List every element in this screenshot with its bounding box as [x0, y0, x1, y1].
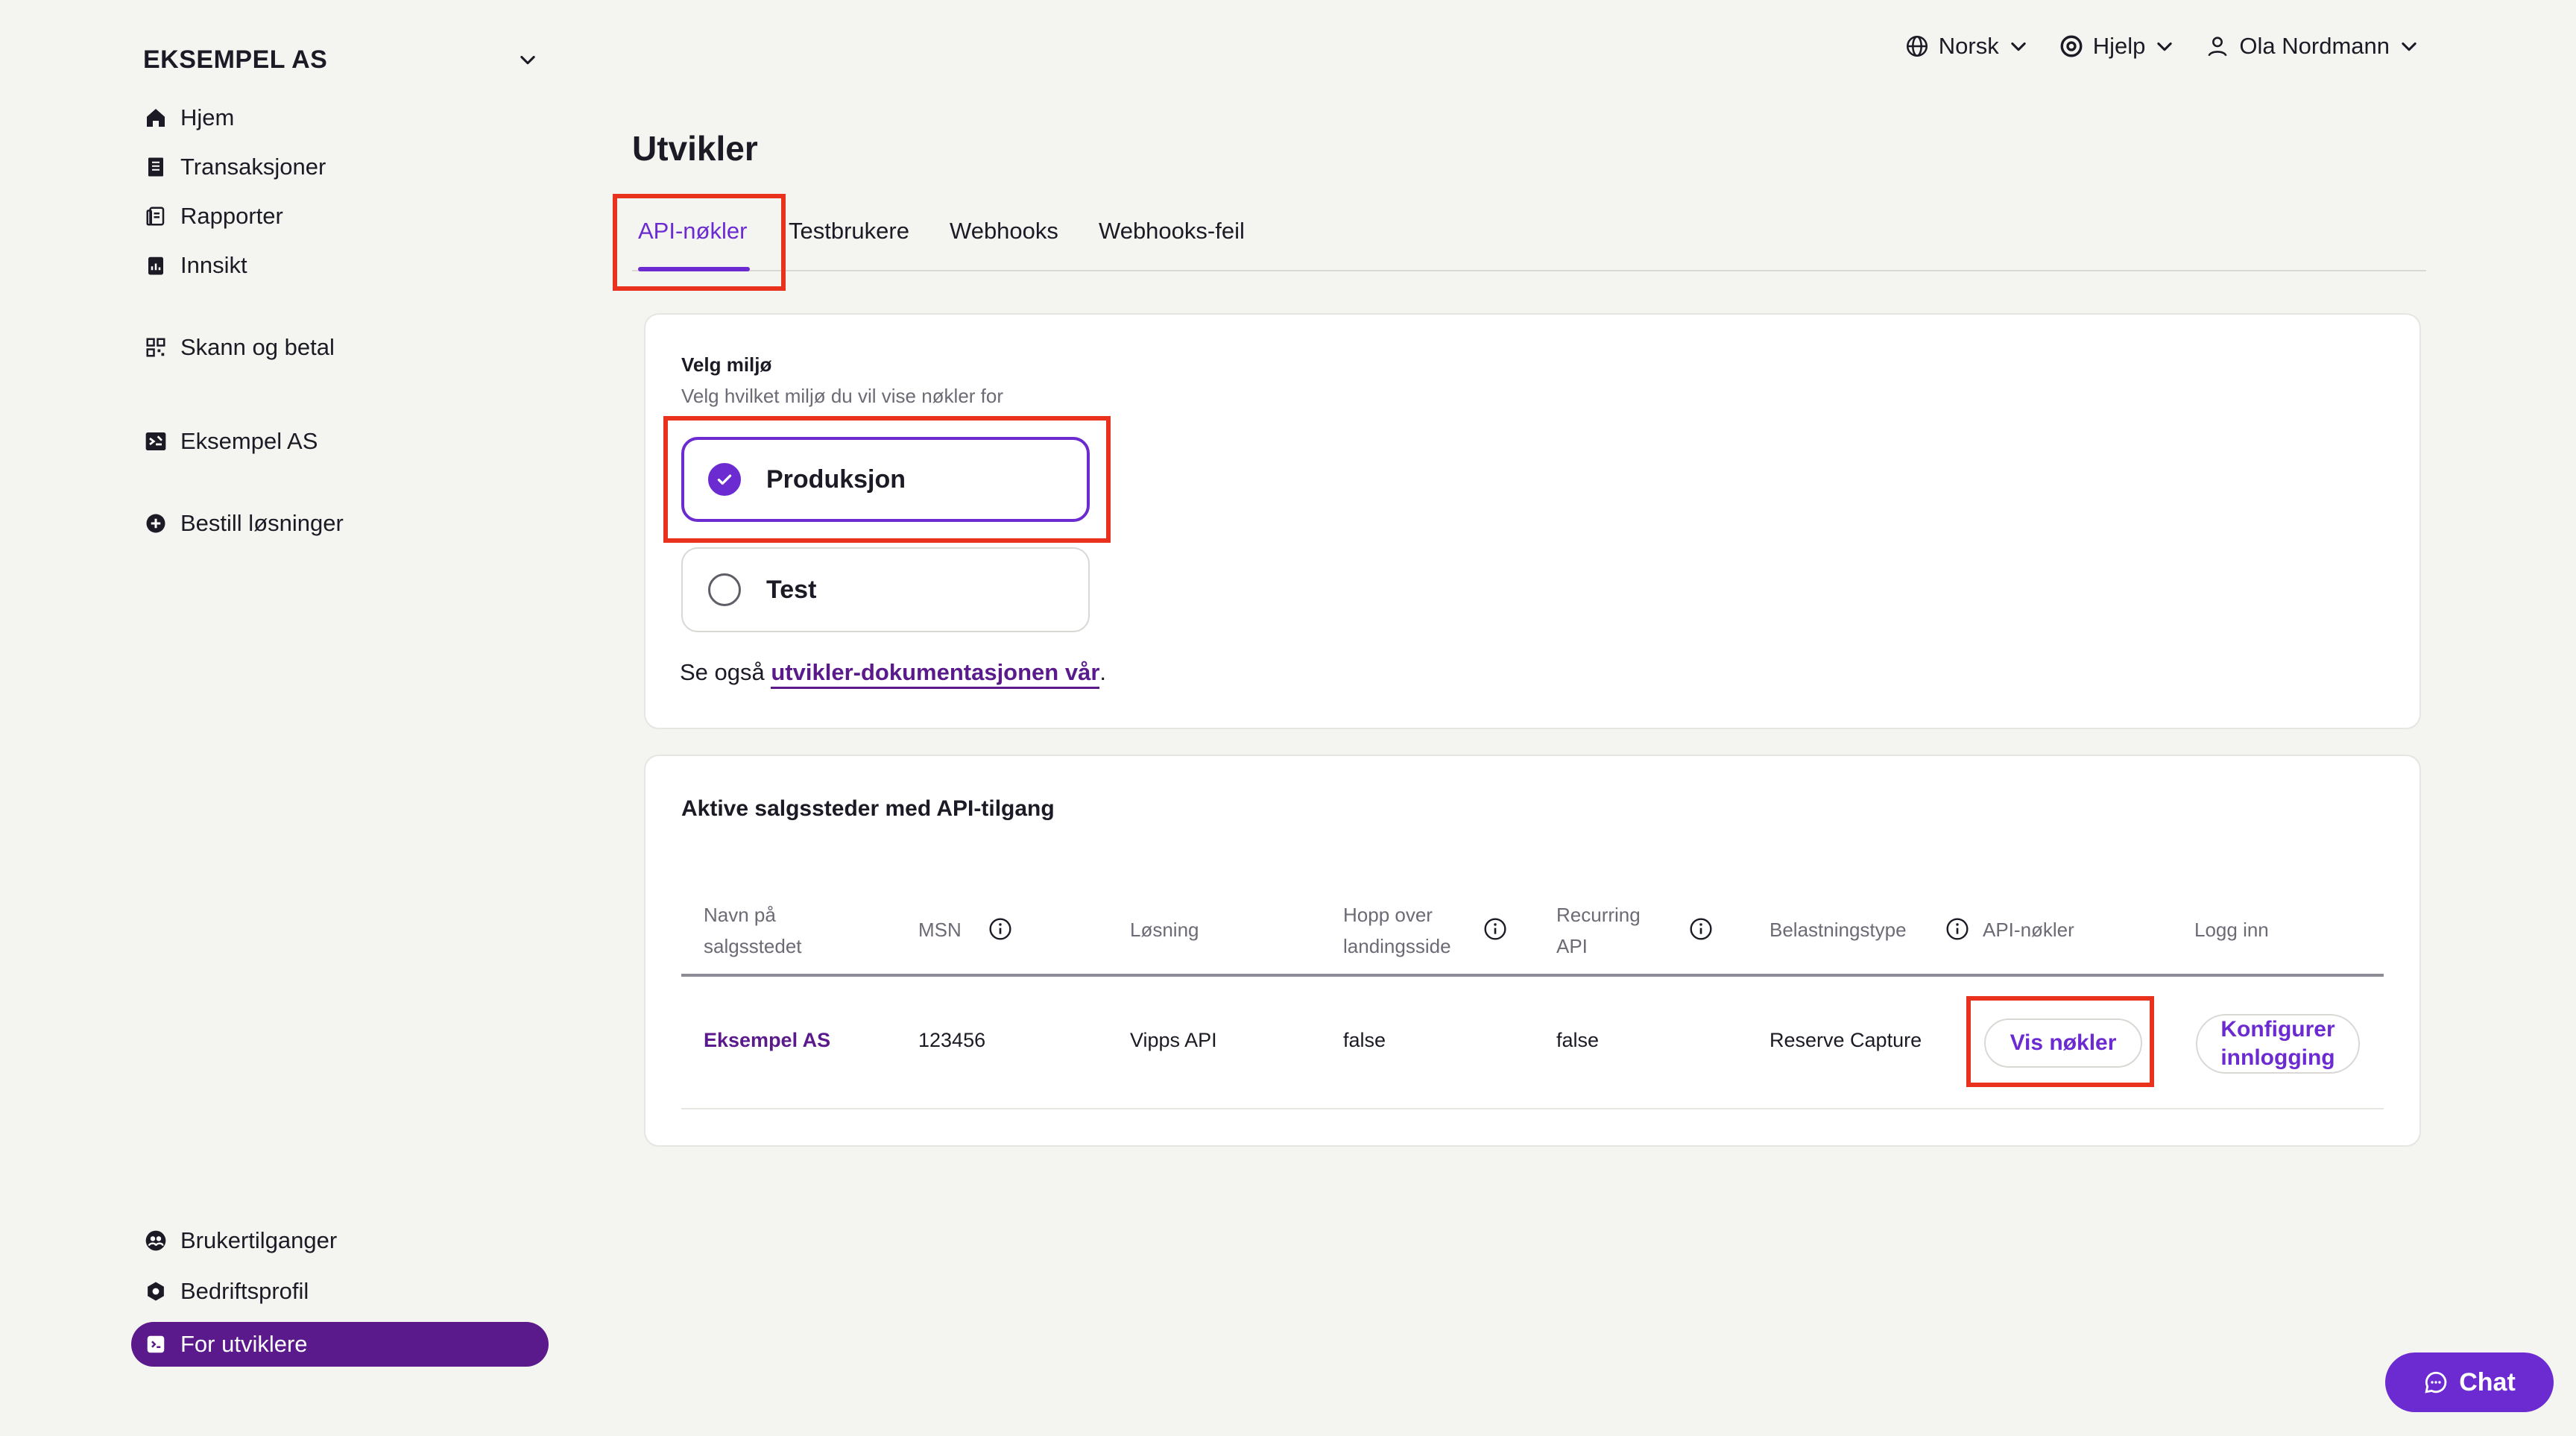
chevron-down-icon: [2157, 42, 2173, 51]
cell-skip-landing: false: [1343, 1029, 1386, 1051]
cell-capture-type: Reserve Capture: [1770, 1029, 1922, 1051]
sidebar-item-for-utviklere[interactable]: For utviklere: [131, 1322, 549, 1367]
sidebar-item-label: Innsikt: [180, 252, 247, 278]
tab-bar: API-nøkler Testbrukere Webhooks Webhooks…: [632, 201, 2426, 271]
qr-icon: [143, 335, 168, 360]
col-header-recurring[interactable]: Recurring API: [1556, 899, 1641, 962]
sidebar-item-label: Brukertilganger: [180, 1227, 338, 1253]
info-icon[interactable]: [1945, 917, 1969, 941]
user-name: Ola Nordmann: [2239, 33, 2390, 59]
top-bar: Norsk Hjelp Ola Nordmann: [1904, 28, 2419, 64]
tab-webhooks-feil[interactable]: Webhooks-feil: [1099, 215, 1245, 248]
col-header-login: Logg inn: [2194, 919, 2269, 941]
globe-icon: [1906, 35, 1928, 57]
configure-login-line: Konfigurer: [2220, 1017, 2335, 1042]
chevron-down-icon: [520, 55, 535, 65]
sidebar-item-label: Hjem: [180, 104, 235, 130]
cell-msn: 123456: [918, 1029, 986, 1051]
col-header-line: API: [1556, 935, 1588, 957]
sales-units-heading: Aktive salgssteder med API-tilgang: [681, 796, 1055, 821]
app-frame: EKSEMPEL AS Hjem Transaksjoner Rapporter…: [0, 0, 2576, 1436]
help-menu[interactable]: Hjelp: [2059, 33, 2176, 60]
env-option-test[interactable]: Test: [681, 547, 1090, 632]
terminal-icon: [143, 1332, 168, 1357]
col-header-solution[interactable]: Løsning: [1130, 914, 1199, 945]
help-lifebuoy-icon: [2060, 35, 2083, 57]
col-header-name[interactable]: Navn på salgsstedet: [704, 899, 802, 962]
sidebar-item-label: Eksempel AS: [180, 428, 318, 454]
reports-icon: [143, 204, 168, 229]
sidebar-item-transaksjoner[interactable]: Transaksjoner: [143, 148, 326, 186]
sidebar-item-rapporter[interactable]: Rapporter: [143, 197, 283, 236]
env-option-label: Test: [766, 575, 817, 604]
info-icon[interactable]: [988, 917, 1012, 941]
cell-sales-unit-name[interactable]: Eksempel AS: [704, 1029, 830, 1052]
org-switcher[interactable]: EKSEMPEL AS: [143, 42, 538, 78]
org-name: EKSEMPEL AS: [143, 45, 328, 74]
chat-label: Chat: [2459, 1367, 2516, 1396]
sidebar-item-bestill-losninger[interactable]: Bestill løsninger: [143, 504, 344, 543]
sidebar-item-skann-og-betal[interactable]: Skann og betal: [143, 328, 335, 367]
highlight-box: [1966, 996, 2154, 1087]
see-also-prefix: Se også: [680, 659, 771, 685]
table-row-divider: [681, 1108, 2384, 1109]
help-label: Hjelp: [2092, 33, 2146, 59]
sidebar-item-label: Bestill løsninger: [180, 510, 344, 536]
see-also-text: Se også utvikler-dokumentasjonen vår.: [680, 659, 1107, 689]
radio-unchecked-icon: [708, 573, 741, 606]
highlight-box: [613, 194, 786, 291]
sidebar-item-label: Transaksjoner: [180, 154, 326, 180]
receipt-icon: [143, 154, 168, 180]
page-title: Utvikler: [632, 129, 758, 168]
sidebar: EKSEMPEL AS Hjem Transaksjoner Rapporter…: [0, 0, 566, 1436]
sidebar-item-eksempel-as[interactable]: Eksempel AS: [143, 422, 318, 461]
plus-circle-icon: [143, 511, 168, 536]
sidebar-item-label: Skann og betal: [180, 334, 335, 360]
sidebar-item-label: Rapporter: [180, 203, 283, 229]
col-header-line: Hopp over: [1343, 904, 1433, 926]
developer-docs-link[interactable]: utvikler-dokumentasjonen vår: [771, 659, 1100, 689]
store-icon: [143, 429, 168, 454]
tab-testbrukere[interactable]: Testbrukere: [789, 215, 909, 248]
chat-button[interactable]: Chat: [2385, 1352, 2554, 1412]
company-icon: [143, 1279, 168, 1304]
cell-solution: Vipps API: [1130, 1029, 1217, 1051]
col-header-capture-type[interactable]: Belastningstype: [1770, 914, 1907, 945]
insights-icon: [143, 253, 168, 278]
configure-login-button[interactable]: Konfigurer innlogging: [2196, 1014, 2360, 1074]
table-header-divider: [681, 974, 2384, 977]
sidebar-item-label: For utviklere: [180, 1331, 308, 1357]
user-menu[interactable]: Ola Nordmann: [2205, 33, 2419, 60]
configure-login-label: Konfigurer innlogging: [2220, 1015, 2334, 1072]
col-header-api-keys: API-nøkler: [1983, 919, 2074, 941]
col-header-line: Navn på: [704, 904, 776, 926]
environment-subheading: Velg hvilket miljø du vil vise nøkler fo…: [681, 385, 1004, 407]
see-also-suffix: .: [1099, 659, 1107, 685]
col-header-skip-landing[interactable]: Hopp over landingsside: [1343, 899, 1451, 962]
sidebar-item-innsikt[interactable]: Innsikt: [143, 246, 247, 285]
col-header-line: salgsstedet: [704, 935, 802, 957]
info-icon[interactable]: [1483, 917, 1507, 941]
col-header-msn[interactable]: MSN: [918, 914, 962, 945]
sidebar-item-brukertilganger[interactable]: Brukertilganger: [143, 1221, 337, 1260]
tab-webhooks[interactable]: Webhooks: [950, 215, 1058, 248]
language-label: Norsk: [1938, 33, 1999, 59]
user-icon: [2208, 37, 2227, 57]
sidebar-item-bedriftsprofil[interactable]: Bedriftsprofil: [143, 1272, 309, 1311]
home-icon: [143, 105, 168, 130]
col-header-line: Recurring: [1556, 904, 1641, 926]
highlight-box: [663, 416, 1111, 543]
chat-bubble-icon: [2425, 1371, 2447, 1394]
sidebar-item-hjem[interactable]: Hjem: [143, 98, 234, 137]
info-icon[interactable]: [1689, 917, 1713, 941]
sidebar-item-label: Bedriftsprofil: [180, 1278, 309, 1304]
chevron-down-icon: [2011, 42, 2026, 51]
col-header-line: landingsside: [1343, 935, 1451, 957]
chevron-down-icon: [2402, 42, 2416, 51]
environment-heading: Velg miljø: [681, 353, 772, 376]
language-selector[interactable]: Norsk: [1904, 33, 2029, 60]
cell-recurring: false: [1556, 1029, 1600, 1051]
users-icon: [143, 1228, 168, 1253]
configure-login-line: innlogging: [2220, 1045, 2335, 1070]
